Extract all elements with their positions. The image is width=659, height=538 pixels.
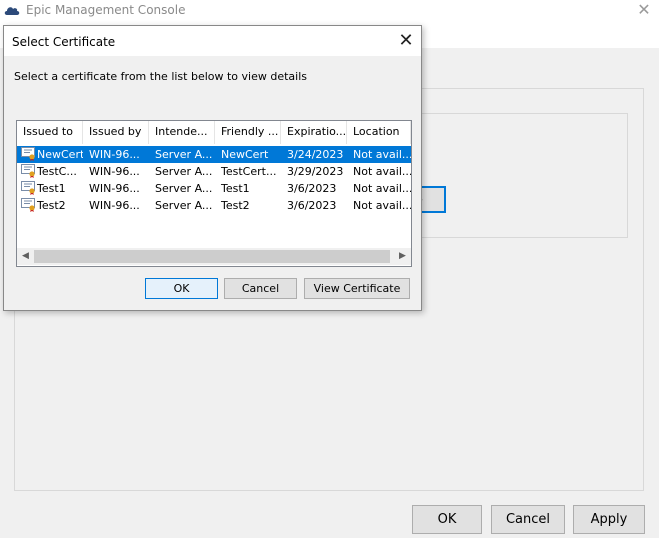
cell-issued-to: Test1 bbox=[37, 182, 66, 195]
cell-issued-to: Test2 bbox=[37, 199, 66, 212]
table-row[interactable]: NewCert WIN-96... Server A... NewCert 3/… bbox=[17, 146, 411, 163]
cell-friendly-name: TestCert... bbox=[221, 165, 277, 178]
table-row[interactable]: TestC... WIN-96... Server A... TestCert.… bbox=[17, 163, 411, 180]
column-expiration[interactable]: Expiratio... bbox=[281, 121, 347, 144]
column-issued-by[interactable]: Issued by bbox=[83, 121, 149, 144]
dialog-close-button[interactable]: ✕ bbox=[392, 28, 420, 54]
list-header: Issued to Issued by Intende... Friendly … bbox=[17, 121, 411, 144]
column-friendly-name[interactable]: Friendly ... bbox=[215, 121, 281, 144]
cell-intended: Server A... bbox=[155, 182, 213, 195]
cell-expiration: 3/6/2023 bbox=[287, 182, 337, 195]
cell-friendly-name: Test1 bbox=[221, 182, 250, 195]
cell-location: Not avail... bbox=[353, 199, 411, 212]
cell-issued-by: WIN-96... bbox=[89, 182, 140, 195]
dialog-instruction: Select a certificate from the list below… bbox=[14, 70, 308, 83]
column-intended-purposes[interactable]: Intende... bbox=[149, 121, 215, 144]
cell-location: Not avail... bbox=[353, 165, 411, 178]
apply-button[interactable]: Apply bbox=[573, 505, 645, 534]
dialog-title-bar: Select Certificate ✕ bbox=[4, 26, 421, 56]
cell-expiration: 3/29/2023 bbox=[287, 165, 344, 178]
view-certificate-button[interactable]: View Certificate bbox=[304, 278, 410, 299]
cell-issued-by: WIN-96... bbox=[89, 165, 140, 178]
cell-location: Not avail... bbox=[353, 148, 411, 161]
window-title: Epic Management Console bbox=[26, 3, 186, 17]
table-row[interactable]: Test2 WIN-96... Server A... Test2 3/6/20… bbox=[17, 197, 411, 214]
cell-issued-to: TestC... bbox=[37, 165, 77, 178]
column-issued-to[interactable]: Issued to bbox=[17, 121, 83, 144]
dialog-cancel-button[interactable]: Cancel bbox=[224, 278, 297, 299]
dialog-title: Select Certificate bbox=[12, 35, 116, 49]
select-certificate-dialog: Select Certificate ✕ Select a certificat… bbox=[3, 25, 422, 311]
scroll-right-icon[interactable]: ▶ bbox=[394, 248, 411, 265]
cancel-button[interactable]: Cancel bbox=[491, 505, 565, 534]
cell-intended: Server A... bbox=[155, 199, 213, 212]
scroll-left-icon[interactable]: ◀ bbox=[17, 248, 34, 265]
cell-intended: Server A... bbox=[155, 148, 213, 161]
window-close-button[interactable]: ✕ bbox=[630, 0, 658, 22]
main-title-bar: Epic Management Console ✕ bbox=[0, 0, 659, 25]
dialog-ok-button[interactable]: OK bbox=[145, 278, 218, 299]
ok-button[interactable]: OK bbox=[412, 505, 482, 534]
scrollbar-thumb[interactable] bbox=[34, 250, 390, 263]
certificate-list[interactable]: Issued to Issued by Intende... Friendly … bbox=[16, 120, 412, 267]
cell-intended: Server A... bbox=[155, 165, 213, 178]
cell-issued-to: NewCert bbox=[37, 148, 83, 161]
cloud-icon bbox=[4, 7, 20, 15]
cell-issued-by: WIN-96... bbox=[89, 199, 140, 212]
cell-expiration: 3/6/2023 bbox=[287, 199, 337, 212]
cell-issued-by: WIN-96... bbox=[89, 148, 140, 161]
table-row[interactable]: Test1 WIN-96... Server A... Test1 3/6/20… bbox=[17, 180, 411, 197]
cell-expiration: 3/24/2023 bbox=[287, 148, 344, 161]
column-location[interactable]: Location bbox=[347, 121, 411, 144]
cell-location: Not avail... bbox=[353, 182, 411, 195]
horizontal-scrollbar[interactable]: ◀ ▶ bbox=[17, 248, 411, 265]
cell-friendly-name: NewCert bbox=[221, 148, 269, 161]
settings-group-box bbox=[400, 113, 628, 238]
cell-friendly-name: Test2 bbox=[221, 199, 250, 212]
